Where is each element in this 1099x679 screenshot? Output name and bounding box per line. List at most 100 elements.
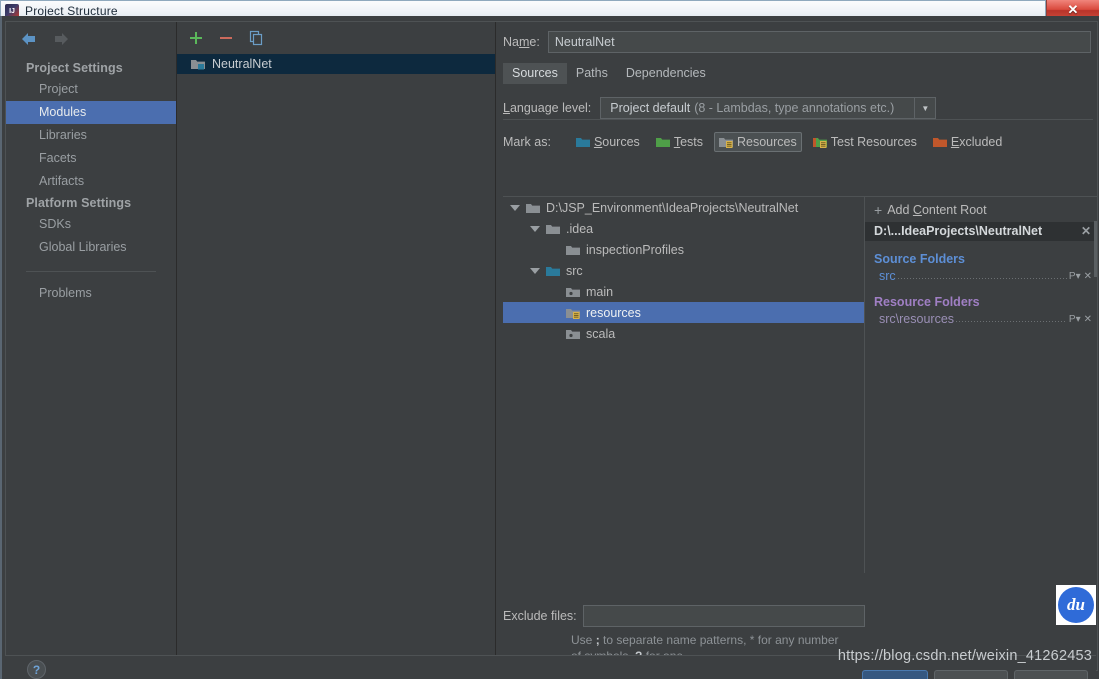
mark-as-test-resources-label: Test Resources	[830, 135, 917, 149]
exclude-files-input[interactable]	[582, 605, 865, 627]
sidebar-item-modules[interactable]: Modules	[6, 101, 176, 124]
arrow-right-icon[interactable]	[51, 30, 71, 48]
tree-row[interactable]: src	[503, 260, 864, 281]
tree-row[interactable]: D:\JSP_Environment\IdeaProjects\NeutralN…	[503, 197, 864, 218]
leader-dots	[897, 278, 1067, 279]
tree-row[interactable]: resources	[503, 302, 864, 323]
chevron-down-icon[interactable]	[529, 265, 540, 276]
tab-paths[interactable]: Paths	[567, 63, 617, 84]
sidebar-group-project-settings: Project Settings Project Modules Librari…	[6, 58, 176, 193]
sidebar-divider	[26, 271, 156, 272]
mark-as-excluded-button[interactable]: Excluded	[928, 132, 1007, 152]
cancel-button[interactable]	[934, 670, 1008, 679]
mark-as-sources-label: Sources	[593, 135, 640, 149]
arrow-left-icon[interactable]	[19, 30, 39, 48]
tree-row-label: D:\JSP_Environment\IdeaProjects\NeutralN…	[546, 200, 799, 215]
dialog-action-buttons	[862, 670, 1088, 679]
content-root-path: D:\...IdeaProjects\NeutralNet	[874, 224, 1043, 238]
language-level-select[interactable]: Project default (8 - Lambdas, type annot…	[600, 97, 937, 119]
tree-row-label: inspectionProfiles	[586, 242, 684, 257]
chevron-down-icon[interactable]	[509, 202, 520, 213]
mark-as-tests-button[interactable]: Tests	[651, 132, 708, 152]
content-root-header: D:\...IdeaProjects\NeutralNet ✕	[865, 222, 1097, 241]
sidebar-nav-arrows	[6, 22, 176, 58]
remove-module-button[interactable]	[218, 30, 234, 46]
badge-text: du	[1058, 587, 1094, 623]
language-level-row: Language level: Project default (8 - Lam…	[496, 84, 1097, 119]
tree-row[interactable]: inspectionProfiles	[503, 239, 864, 260]
help-icon[interactable]	[27, 660, 46, 679]
settings-sidebar: Project Settings Project Modules Librari…	[6, 22, 177, 670]
close-icon[interactable]: ✕	[1084, 314, 1092, 325]
folder-test-resources-icon	[812, 136, 827, 148]
tree-row-label: main	[586, 284, 614, 299]
sidebar-item-global-libraries[interactable]: Global Libraries	[6, 236, 176, 259]
source-folders-title: Source Folders	[874, 252, 965, 266]
tree-row[interactable]: main	[503, 281, 864, 302]
module-name-input[interactable]	[547, 31, 1091, 53]
sidebar-item-artifacts[interactable]: Artifacts	[6, 170, 176, 193]
folder-resources-icon	[566, 307, 580, 319]
mark-as-row: Mark as: Sources Tests Resources Test Re…	[496, 119, 1097, 152]
chevron-down-icon[interactable]: ▼	[914, 98, 935, 118]
sidebar-group-platform-settings: Platform Settings SDKs Global Libraries	[6, 193, 176, 259]
watermark-url: https://blog.csdn.net/weixin_41262453	[837, 648, 1092, 664]
source-folder-path: src	[879, 269, 896, 283]
tree-row-label: resources	[586, 305, 641, 320]
resource-folder-path: src\resources	[879, 312, 955, 326]
dialog-body: Project Settings Project Modules Librari…	[0, 16, 1099, 679]
mark-as-excluded-label: Excluded	[950, 135, 1003, 149]
tab-dependencies[interactable]: Dependencies	[617, 63, 715, 84]
folder-dot-icon	[566, 286, 580, 298]
sidebar-item-libraries[interactable]: Libraries	[6, 124, 176, 147]
apply-button[interactable]	[1014, 670, 1088, 679]
folder-icon	[566, 244, 580, 256]
module-name: NeutralNet	[212, 57, 272, 71]
content-roots-panel: + Add Content Root D:\...IdeaProjects\Ne…	[865, 196, 1097, 573]
mark-as-tests-label: Tests	[673, 135, 703, 149]
add-content-root-button[interactable]: + Add Content Root	[865, 197, 1097, 222]
folder-tests-icon	[655, 136, 670, 148]
close-icon[interactable]: ✕	[1084, 271, 1092, 282]
chevron-down-icon[interactable]	[529, 223, 540, 234]
tree-row-label: .idea	[566, 221, 594, 236]
close-icon[interactable]: ✕	[1081, 224, 1091, 238]
copy-module-button[interactable]	[248, 30, 264, 46]
tree-row-label: src	[566, 263, 583, 278]
tree-row[interactable]: .idea	[503, 218, 864, 239]
mark-as-test-resources-button[interactable]: Test Resources	[808, 132, 922, 152]
sidebar-item-facets[interactable]: Facets	[6, 147, 176, 170]
language-level-value-primary: Project default	[610, 101, 691, 115]
folder-sources-icon	[575, 136, 590, 148]
tree-row[interactable]: scala	[503, 323, 864, 344]
content-root-tree: D:\JSP_Environment\IdeaProjects\NeutralN…	[503, 196, 865, 573]
modules-panel: NeutralNet	[177, 22, 496, 670]
module-folder-icon	[191, 58, 205, 70]
sidebar-item-problems[interactable]: Problems	[6, 282, 176, 305]
module-name-label: Name:	[503, 35, 540, 49]
sidebar-group-label: Project Settings	[26, 61, 123, 75]
tab-sources[interactable]: Sources	[503, 63, 567, 84]
folder-excluded-icon	[932, 136, 947, 148]
leader-dots	[956, 321, 1067, 322]
properties-icon[interactable]: P▾	[1069, 314, 1081, 325]
mark-as-sources-button[interactable]: Sources	[571, 132, 645, 152]
folder-icon	[546, 223, 560, 235]
modules-list: NeutralNet	[177, 54, 495, 74]
sidebar-item-sdks[interactable]: SDKs	[6, 213, 176, 236]
module-editor-panel: Name: Sources Paths Dependencies Languag…	[496, 22, 1097, 670]
mark-as-resources-button[interactable]: Resources	[714, 132, 802, 152]
source-folder-row[interactable]: src P▾ ✕	[865, 268, 1097, 284]
sidebar-item-project[interactable]: Project	[6, 78, 176, 101]
content-roots-scrollbar[interactable]	[1094, 221, 1097, 277]
add-module-button[interactable]	[188, 30, 204, 46]
properties-icon[interactable]: P▾	[1069, 271, 1081, 282]
ok-button[interactable]	[862, 670, 928, 679]
resource-folder-row[interactable]: src\resources P▾ ✕	[865, 311, 1097, 327]
module-list-item-neutralnet[interactable]: NeutralNet	[177, 54, 495, 74]
project-structure-window: Project Structure ✕	[0, 0, 1099, 679]
language-level-label: Language level:	[503, 101, 592, 115]
folder-icon	[526, 202, 540, 214]
resource-folders-title: Resource Folders	[874, 295, 980, 309]
module-name-row: Name:	[496, 22, 1097, 53]
